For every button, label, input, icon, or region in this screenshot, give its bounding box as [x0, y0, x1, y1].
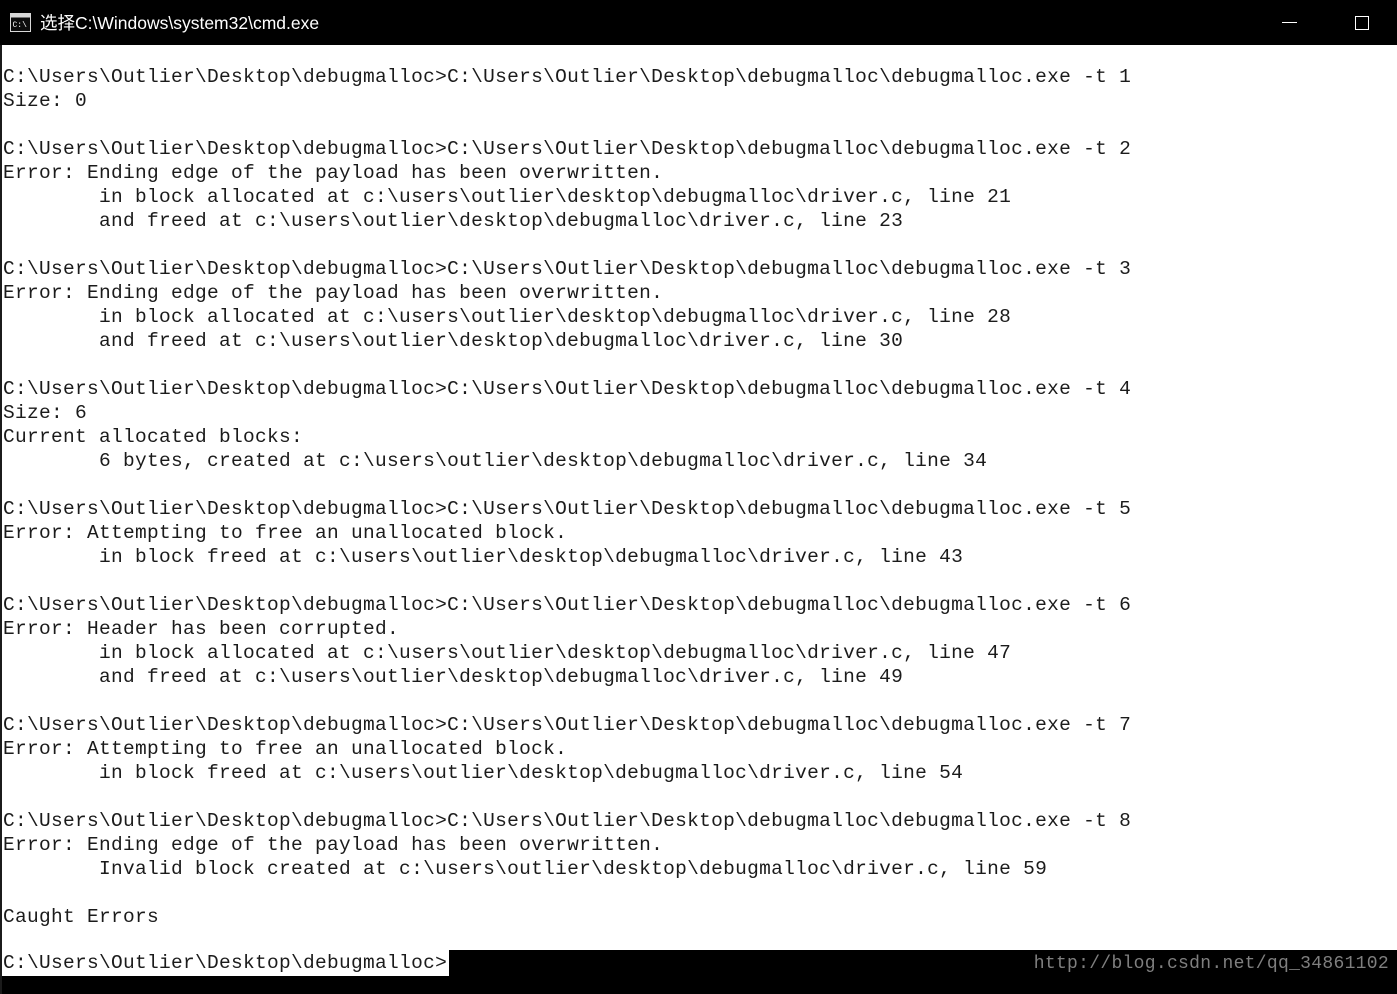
console-output-area[interactable]: C:\Users\Outlier\Desktop\debugmalloc>C:\…	[0, 45, 1397, 994]
console-line: Size: 6	[3, 402, 88, 424]
console-line: Error: Header has been corrupted.	[3, 618, 400, 640]
console-line: C:\Users\Outlier\Desktop\debugmalloc>C:\…	[3, 258, 1132, 280]
maximize-button[interactable]	[1338, 0, 1385, 45]
maximize-icon	[1354, 15, 1369, 30]
console-line: C:\Users\Outlier\Desktop\debugmalloc>C:\…	[3, 66, 1132, 88]
console-line: C:\Users\Outlier\Desktop\debugmalloc>C:\…	[3, 378, 1132, 400]
console-line: C:\Users\Outlier\Desktop\debugmalloc>C:\…	[3, 138, 1132, 160]
window-title: 选择C:\Windows\system32\cmd.exe	[40, 12, 320, 33]
command-prompt[interactable]: C:\Users\Outlier\Desktop\debugmalloc>	[2, 950, 450, 976]
console-line: Error: Attempting to free an unallocated…	[3, 522, 568, 544]
minimize-icon	[1282, 22, 1297, 23]
svg-text:C:\: C:\	[13, 21, 28, 30]
console-line: in block allocated at c:\users\outlier\d…	[3, 642, 1012, 664]
console-line: C:\Users\Outlier\Desktop\debugmalloc>C:\…	[3, 498, 1132, 520]
cmd-console-icon: C:\	[10, 13, 31, 32]
console-line: in block freed at c:\users\outlier\deskt…	[3, 546, 964, 568]
console-line: C:\Users\Outlier\Desktop\debugmalloc>C:\…	[3, 810, 1132, 832]
console-line-list: C:\Users\Outlier\Desktop\debugmalloc>C:\…	[2, 65, 1397, 953]
console-line: in block allocated at c:\users\outlier\d…	[3, 306, 1012, 328]
console-inner: C:\Users\Outlier\Desktop\debugmalloc>C:\…	[2, 45, 1397, 994]
console-line: Error: Ending edge of the payload has be…	[3, 834, 664, 856]
console-line: C:\Users\Outlier\Desktop\debugmalloc>C:\…	[3, 594, 1132, 616]
cmd-window: C:\ 选择C:\Windows\system32\cmd.exe C:\Use…	[0, 0, 1397, 994]
console-line: in block freed at c:\users\outlier\deskt…	[3, 762, 964, 784]
console-line: Error: Attempting to free an unallocated…	[3, 738, 568, 760]
console-line: Current allocated blocks:	[3, 426, 304, 448]
console-line: Size: 0	[3, 90, 88, 112]
console-line: C:\Users\Outlier\Desktop\debugmalloc>C:\…	[3, 714, 1132, 736]
console-line: Invalid block created at c:\users\outlie…	[3, 858, 1048, 880]
console-line: and freed at c:\users\outlier\desktop\de…	[3, 210, 904, 232]
console-line: and freed at c:\users\outlier\desktop\de…	[3, 330, 904, 352]
console-line: Error: Ending edge of the payload has be…	[3, 282, 664, 304]
console-line: and freed at c:\users\outlier\desktop\de…	[3, 666, 904, 688]
console-line: in block allocated at c:\users\outlier\d…	[3, 186, 1012, 208]
minimize-button[interactable]	[1266, 0, 1313, 45]
console-line: 6 bytes, created at c:\users\outlier\des…	[3, 450, 988, 472]
window-titlebar[interactable]: C:\ 选择C:\Windows\system32\cmd.exe	[0, 0, 1397, 45]
titlebar-left-group: C:\ 选择C:\Windows\system32\cmd.exe	[0, 13, 1266, 33]
console-line: Error: Ending edge of the payload has be…	[3, 162, 664, 184]
console-line: Caught Errors	[3, 906, 160, 928]
watermark-text: http://blog.csdn.net/qq_34861102	[1033, 954, 1389, 974]
